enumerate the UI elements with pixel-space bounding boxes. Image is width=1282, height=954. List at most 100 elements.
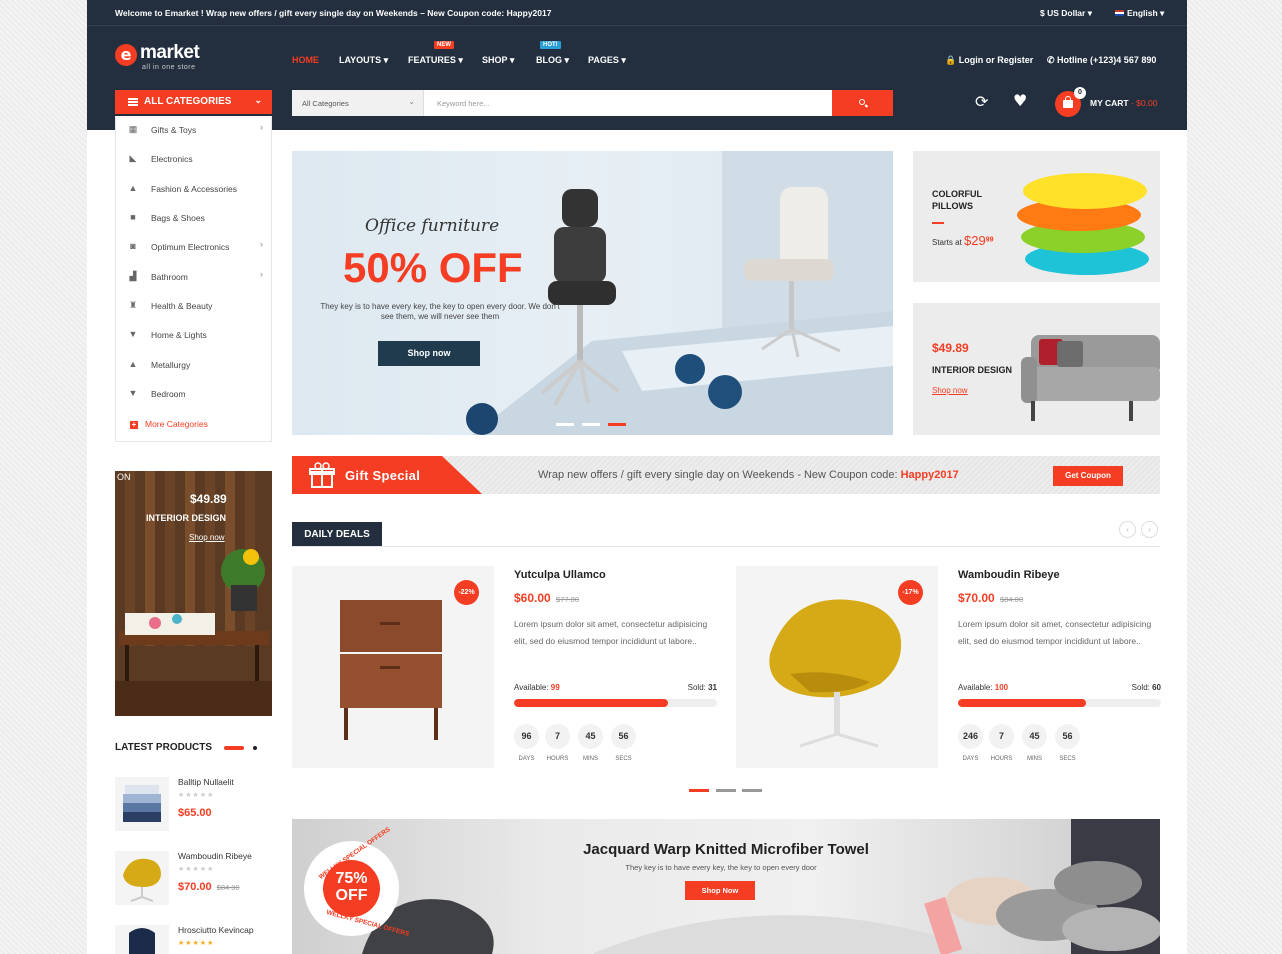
category-label: Metallurgy: [151, 360, 191, 370]
search-category-select[interactable]: All Categories ⌄: [292, 90, 424, 116]
category-metallurgy[interactable]: ▲ Metallurgy: [116, 351, 273, 380]
all-categories-label: ALL CATEGORIES: [144, 96, 232, 107]
towel-shop-now-button[interactable]: Shop Now: [685, 881, 755, 900]
site-header: Welcome to Emarket ! Wrap new offers / g…: [87, 0, 1187, 130]
deal-image-cabinet[interactable]: -22%: [292, 566, 494, 768]
search-input[interactable]: Keyword here...: [437, 99, 490, 108]
deal-name[interactable]: Wamboudin Ribeye: [958, 569, 1060, 581]
interior-shop-now-link[interactable]: Shop now: [932, 386, 968, 395]
available-label: Available:: [514, 683, 549, 692]
nav-shop[interactable]: SHOP ▾: [482, 55, 514, 66]
category-electronics[interactable]: ◣ Electronics: [116, 145, 273, 174]
towel-promo-banner[interactable]: WELLKY SPECIAL OFFERS WELLKY SPECIAL OFF…: [292, 819, 1160, 954]
cart-label[interactable]: MY CART - $0.00: [1090, 98, 1157, 108]
countdown-value: 45: [578, 724, 603, 749]
product-thumbnail[interactable]: [115, 777, 169, 831]
pillows-cents: 99: [985, 236, 994, 244]
product-name[interactable]: Hrosciutto Kevincap: [178, 925, 254, 935]
search-button[interactable]: [832, 90, 893, 116]
latest-product-item[interactable]: Wamboudin Ribeye ★★★★★ $70.00 $84.00: [115, 851, 272, 906]
sold-count: 60: [1152, 683, 1161, 692]
bench-illustration: [115, 549, 272, 716]
countdown-unit: SECS: [1059, 756, 1076, 762]
deal-name[interactable]: Yutculpa Ullamco: [514, 569, 606, 581]
deals-pager-dot[interactable]: [716, 789, 736, 792]
pillows-divider: [932, 222, 944, 224]
all-categories-button[interactable]: ALL CATEGORIES ⌄: [115, 90, 272, 114]
language-selector[interactable]: English ▾: [1115, 8, 1164, 19]
interior-design-banner[interactable]: $49.89 INTERIOR DESIGN Shop now: [913, 303, 1160, 435]
nav-layouts[interactable]: LAYOUTS ▾: [339, 55, 388, 66]
coupon-code: Happy2017: [900, 469, 959, 481]
available-count: 99: [550, 683, 560, 692]
side-interior-banner[interactable]: ON $49.89 INTERIOR DESIGN Shop now: [115, 471, 272, 716]
nav-home[interactable]: HOME: [292, 55, 319, 65]
countdown-value: 56: [1055, 724, 1080, 749]
countdown-value: 7: [989, 724, 1014, 749]
category-bags-shoes[interactable]: ■ Bags & Shoes: [116, 204, 273, 233]
slider-dot[interactable]: [582, 423, 600, 426]
category-bedroom[interactable]: ▼ Bedroom: [116, 380, 273, 409]
pager-dot-active[interactable]: [224, 746, 244, 750]
get-coupon-button[interactable]: Get Coupon: [1053, 466, 1123, 486]
plus-icon: +: [130, 420, 138, 429]
more-categories-link[interactable]: + More Categories: [130, 419, 208, 429]
countdown-hours: 7 HOURS: [989, 724, 1014, 762]
category-gifts-toys[interactable]: ▦ Gifts & Toys ›: [116, 116, 273, 145]
deals-pager-dot[interactable]: [742, 789, 762, 792]
next-arrow-button[interactable]: ›: [1141, 521, 1158, 538]
bathroom-icon: ▟: [129, 271, 137, 281]
category-health-beauty[interactable]: ♜ Health & Beauty: [116, 292, 273, 321]
menu-icon: [128, 98, 138, 106]
nav-pages[interactable]: PAGES ▾: [588, 55, 626, 66]
category-optimum-electronics[interactable]: ◙ Optimum Electronics ›: [116, 233, 273, 262]
camera-icon: ◙: [130, 241, 136, 251]
wishlist-heart-icon[interactable]: ♥: [1013, 91, 1027, 110]
product-old-price: $84.00: [216, 883, 240, 892]
pager-dot[interactable]: [253, 746, 257, 750]
product-price-value: $70.00: [178, 881, 212, 893]
latest-product-item[interactable]: Balltip Nullaelit ★★★★★ $65.00: [115, 777, 272, 832]
category-bathroom[interactable]: ▟ Bathroom ›: [116, 263, 273, 292]
login-register-link[interactable]: 🔒 Login or Register: [945, 55, 1033, 66]
countdown-unit: SECS: [615, 756, 632, 762]
hero-shop-now-button[interactable]: Shop now: [378, 341, 480, 366]
section-divider: [292, 546, 1160, 547]
side-banner-shop-now-link[interactable]: Shop now: [189, 533, 225, 542]
latest-product-item[interactable]: Hrosciutto Kevincap ★★★★★: [115, 925, 272, 954]
product-thumbnail[interactable]: [115, 851, 169, 905]
countdown-value: 56: [611, 724, 636, 749]
product-thumbnail[interactable]: [115, 925, 169, 954]
hero-slider: Office furniture 50% OFF They key is to …: [292, 151, 893, 435]
slider-dot[interactable]: [556, 423, 574, 426]
hero-headline: 50% OFF: [343, 244, 523, 291]
sofa-illustration: [1021, 335, 1160, 421]
product-name[interactable]: Wamboudin Ribeye: [178, 851, 252, 861]
interior-title: INTERIOR DESIGN: [932, 365, 1013, 375]
currency-selector[interactable]: $ US Dollar ▾: [1040, 8, 1092, 19]
category-label: Optimum Electronics: [151, 242, 230, 252]
gift-message: Wrap new offers / gift every single day …: [538, 469, 959, 481]
countdown-unit: MINS: [583, 756, 598, 762]
deal-image-chair[interactable]: -17%: [736, 566, 938, 768]
countdown-unit: DAYS: [518, 756, 535, 762]
new-badge: NEW: [434, 41, 454, 49]
nav-features[interactable]: NEW FEATURES ▾: [408, 41, 463, 66]
chevron-right-icon: ›: [260, 269, 263, 279]
towel-subtitle: They key is to have every key, the key t…: [625, 863, 817, 872]
search-category-value: All Categories: [302, 99, 349, 108]
category-home-lights[interactable]: ▼ Home & Lights: [116, 321, 273, 350]
compare-icon[interactable]: ⟳: [975, 92, 988, 111]
deal-price-value: $60.00: [514, 591, 551, 605]
category-fashion[interactable]: ▲ Fashion & Accessories: [116, 175, 273, 204]
deal-sold: Sold: 60: [1132, 683, 1161, 692]
nav-blog[interactable]: HOT! BLOG ▾: [536, 41, 569, 66]
product-name[interactable]: Balltip Nullaelit: [178, 777, 234, 787]
slider-dot-active[interactable]: [608, 423, 626, 426]
deals-pager-dot-active[interactable]: [689, 789, 709, 792]
sold-label: Sold:: [687, 683, 706, 692]
countdown-mins: 45 MINS: [1022, 724, 1047, 762]
pillows-banner[interactable]: COLORFUL PILLOWS Starts at $2999: [913, 151, 1160, 282]
prev-arrow-button[interactable]: ‹: [1119, 521, 1136, 538]
side-banner-title: INTERIOR DESIGN: [146, 513, 227, 523]
